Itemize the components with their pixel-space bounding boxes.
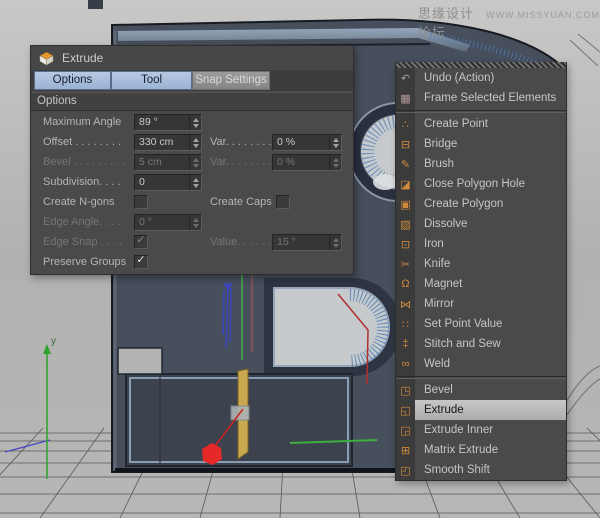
menu-item-create-point[interactable]: ∴ Create Point bbox=[396, 114, 566, 134]
menu-item-dissolve[interactable]: ▨ Dissolve bbox=[396, 214, 566, 234]
panel-title: Extrude bbox=[62, 51, 103, 65]
row-edge-angle: Edge Angle. . . . 0 ° bbox=[31, 212, 353, 232]
row-maximum-angle: Maximum Angle 89 ° bbox=[31, 112, 353, 132]
menu-item-extrude-inner[interactable]: ◲ Extrude Inner bbox=[396, 420, 566, 440]
context-menu: ↶ Undo (Action) ▦ Frame Selected Element… bbox=[395, 62, 567, 481]
row-offset: Offset . . . . . . . . 330 cm Var. . . .… bbox=[31, 132, 353, 152]
subdivision-label: Subdivision. . . . bbox=[43, 176, 121, 188]
maximum-angle-label: Maximum Angle bbox=[43, 116, 121, 128]
bevel-input: 5 cm bbox=[134, 154, 202, 171]
menu-item-magnet[interactable]: Ω Magnet bbox=[396, 274, 566, 294]
watermark-site-name: 思缘设计论坛 bbox=[418, 3, 478, 41]
row-create-ngons-caps: Create N-gons Create Caps bbox=[31, 192, 353, 212]
panel-tab-bar: Options Tool Snap Settings bbox=[31, 70, 353, 91]
snap-value-input: 15 ° bbox=[272, 234, 342, 251]
menu-item-iron[interactable]: ⊡ Iron bbox=[396, 234, 566, 254]
watermark: 思缘设计论坛 WWW.MISSYUAN.COM bbox=[418, 3, 600, 41]
edge-angle-input: 0 ° bbox=[134, 214, 202, 231]
menu-item-stitch-and-sew[interactable]: ‡ Stitch and Sew bbox=[396, 334, 566, 354]
create-caps-label: Create Caps bbox=[210, 196, 272, 208]
menu-item-create-polygon[interactable]: ▣ Create Polygon bbox=[396, 194, 566, 214]
matrix-extrude-icon: ⊞ bbox=[396, 440, 415, 460]
options-section-header: Options bbox=[31, 92, 353, 111]
menu-item-extrude[interactable]: ◱ Extrude bbox=[396, 400, 566, 420]
row-subdivision: Subdivision. . . . 0 bbox=[31, 172, 353, 192]
smooth-shift-icon: ◰ bbox=[396, 460, 415, 480]
edge-snap-checkbox: ✓ bbox=[134, 235, 148, 249]
bevel-var-input: 0 % bbox=[272, 154, 342, 171]
bridge-icon: ⊟ bbox=[396, 134, 415, 154]
preserve-groups-checkbox[interactable]: ✓ bbox=[134, 255, 148, 269]
axis-y-label: y bbox=[51, 336, 56, 347]
offset-var-input[interactable]: 0 % bbox=[272, 134, 342, 151]
weld-icon: ∞ bbox=[396, 354, 415, 374]
preserve-groups-label: Preserve Groups bbox=[43, 256, 126, 268]
bevel-icon: ◳ bbox=[396, 380, 415, 400]
extrude-cube-icon bbox=[39, 51, 54, 66]
snap-value-label: Value. . . . . . bbox=[210, 236, 271, 248]
menu-item-matrix-extrude[interactable]: ⊞ Matrix Extrude bbox=[396, 440, 566, 460]
offset-stepper[interactable] bbox=[189, 135, 201, 150]
bevel-stepper bbox=[189, 155, 201, 170]
dissolve-icon: ▨ bbox=[396, 214, 415, 234]
knife-icon: ✂ bbox=[396, 254, 415, 274]
menu-item-frame-selected-elements[interactable]: ▦ Frame Selected Elements bbox=[396, 88, 566, 108]
create-ngons-label: Create N-gons bbox=[43, 196, 115, 208]
menu-separator bbox=[396, 374, 566, 380]
menu-item-mirror[interactable]: ⋈ Mirror bbox=[396, 294, 566, 314]
preserve-groups-checkmark: ✓ bbox=[135, 255, 147, 266]
edge-snap-label: Edge Snap . . . . bbox=[43, 236, 122, 248]
menu-item-brush[interactable]: ✎ Brush bbox=[396, 154, 566, 174]
edge-angle-label: Edge Angle. . . . bbox=[43, 216, 121, 228]
offset-input[interactable]: 330 cm bbox=[134, 134, 202, 151]
menu-item-weld[interactable]: ∞ Weld bbox=[396, 354, 566, 374]
close-polygon-hole-icon: ◪ bbox=[396, 174, 415, 194]
panel-title-bar: Extrude bbox=[31, 46, 353, 70]
options-fields: Maximum Angle 89 ° Offset . . . . . . . … bbox=[31, 112, 353, 274]
menu-item-close-polygon-hole[interactable]: ◪ Close Polygon Hole bbox=[396, 174, 566, 194]
menu-item-knife[interactable]: ✂ Knife bbox=[396, 254, 566, 274]
menu-item-bevel[interactable]: ◳ Bevel bbox=[396, 380, 566, 400]
extrude-tool-panel: Extrude Options Tool Snap Settings Optio… bbox=[30, 45, 354, 275]
maximum-angle-stepper[interactable] bbox=[189, 115, 201, 130]
extrude-icon: ◱ bbox=[396, 400, 415, 420]
iron-icon: ⊡ bbox=[396, 234, 415, 254]
bevel-var-label: Var. . . . . . . . bbox=[210, 156, 272, 168]
undo-icon: ↶ bbox=[396, 68, 415, 88]
row-preserve-groups: Preserve Groups ✓ bbox=[31, 252, 353, 272]
bevel-label: Bevel . . . . . . . . . bbox=[43, 156, 126, 168]
menu-item-undo[interactable]: ↶ Undo (Action) bbox=[396, 68, 566, 88]
menu-item-set-point-value[interactable]: ∷ Set Point Value bbox=[396, 314, 566, 334]
offset-var-stepper[interactable] bbox=[329, 135, 341, 150]
frame-selected-icon: ▦ bbox=[396, 88, 415, 108]
bevel-var-stepper bbox=[329, 155, 341, 170]
edge-snap-checkmark: ✓ bbox=[135, 235, 147, 246]
set-point-value-icon: ∷ bbox=[396, 314, 415, 334]
mirror-icon: ⋈ bbox=[396, 294, 415, 314]
menu-item-bridge[interactable]: ⊟ Bridge bbox=[396, 134, 566, 154]
create-point-icon: ∴ bbox=[396, 114, 415, 134]
brush-icon: ✎ bbox=[396, 154, 415, 174]
tab-options[interactable]: Options bbox=[34, 71, 111, 90]
extrude-inner-icon: ◲ bbox=[396, 420, 415, 440]
tab-snap-settings[interactable]: Snap Settings bbox=[192, 71, 270, 90]
create-caps-checkbox[interactable] bbox=[276, 195, 290, 209]
menu-item-smooth-shift[interactable]: ◰ Smooth Shift bbox=[396, 460, 566, 480]
subdivision-input[interactable]: 0 bbox=[134, 174, 202, 191]
menu-separator bbox=[396, 108, 566, 114]
row-bevel: Bevel . . . . . . . . . 5 cm Var. . . . … bbox=[31, 152, 353, 172]
edge-angle-stepper bbox=[189, 215, 201, 230]
tab-tool[interactable]: Tool bbox=[111, 71, 192, 90]
stitch-and-sew-icon: ‡ bbox=[396, 334, 415, 354]
row-edge-snap: Edge Snap . . . . ✓ Value. . . . . . 15 … bbox=[31, 232, 353, 252]
magnet-icon: Ω bbox=[396, 274, 415, 294]
offset-var-label: Var. . . . . . . . bbox=[210, 136, 272, 148]
create-polygon-icon: ▣ bbox=[396, 194, 415, 214]
offset-label: Offset . . . . . . . . bbox=[43, 136, 121, 148]
maximum-angle-input[interactable]: 89 ° bbox=[134, 114, 202, 131]
subdivision-stepper[interactable] bbox=[189, 175, 201, 190]
watermark-site-url: WWW.MISSYUAN.COM bbox=[486, 10, 600, 20]
snap-value-stepper bbox=[329, 235, 341, 250]
create-ngons-checkbox[interactable] bbox=[134, 195, 148, 209]
